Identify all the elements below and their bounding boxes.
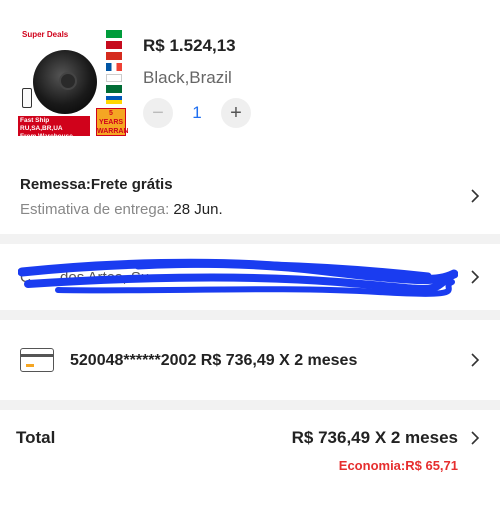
robot-vacuum-image [33,50,97,114]
credit-card-icon [20,348,54,372]
payment-summary: 520048******2002 R$ 736,49 X 2 meses [70,352,358,369]
divider [0,234,500,244]
decrease-quantity-button[interactable]: − [143,98,173,128]
delivery-estimate-date: 28 Jun. [173,201,223,218]
delivery-estimate: Estimativa de entrega: 28 Jun. [20,201,223,218]
redaction-scribble [18,258,458,297]
chevron-right-icon [468,353,482,367]
quantity-value[interactable]: 1 [173,103,221,123]
phone-icon [22,88,32,108]
chevron-right-icon [468,270,482,284]
address-row[interactable]: C... ...dos Artes, Su... [0,244,500,310]
product-price: R$ 1.524,13 [143,36,236,55]
product-image[interactable]: Super Deals Fast Ship RU,SA,BR,UA From Wa… [18,28,128,138]
shipping-title: Remessa:Frete grátis [20,176,173,193]
delivery-estimate-label: Estimativa de entrega: [20,201,174,218]
total-row[interactable]: Total R$ 736,49 X 2 meses Economia:R$ 65… [0,410,500,508]
chevron-right-icon [468,431,482,445]
divider [0,400,500,410]
divider [0,310,500,320]
total-value: R$ 736,49 X 2 meses [291,428,458,447]
fast-ship-badge: Fast Ship RU,SA,BR,UA From Warehouse [18,116,90,138]
shipping-row[interactable]: Remessa:Frete grátis Estimativa de entre… [0,158,500,234]
chevron-right-icon [468,189,482,203]
product-section: Super Deals Fast Ship RU,SA,BR,UA From Wa… [0,0,500,158]
quantity-stepper: − 1 + [143,98,251,128]
increase-quantity-button[interactable]: + [221,98,251,128]
savings-text: Economia:R$ 65,71 [338,458,458,473]
payment-row[interactable]: 520048******2002 R$ 736,49 X 2 meses [0,320,500,400]
country-flags [106,30,124,107]
total-label: Total [16,428,56,447]
super-deals-badge: Super Deals [22,30,69,39]
warranty-badge: 5YEARSWARRANTY [96,108,128,136]
product-variant[interactable]: Black,Brazil [143,68,232,88]
